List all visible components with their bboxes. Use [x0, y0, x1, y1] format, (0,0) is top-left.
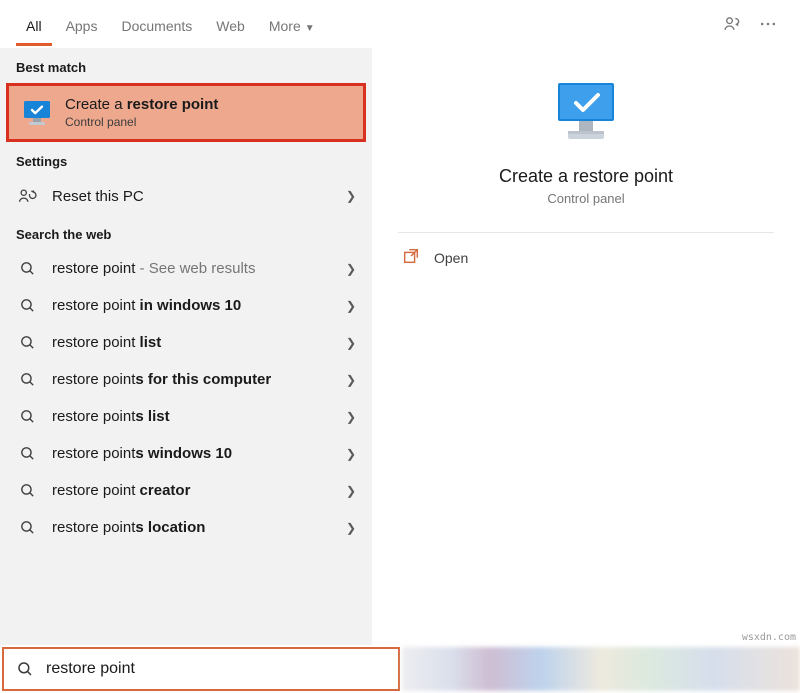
results-list: Best match Create a restore point Contro…	[0, 48, 372, 645]
chevron-right-icon: ❯	[346, 521, 356, 535]
web-result-text: restore point in windows 10	[52, 297, 332, 314]
best-match-result[interactable]: Create a restore point Control panel	[6, 83, 366, 142]
web-result-text: restore points windows 10	[52, 445, 332, 462]
search-icon	[16, 371, 38, 388]
settings-item-reset-pc[interactable]: Reset this PC ❯	[0, 177, 372, 215]
more-options-icon[interactable]	[750, 6, 786, 42]
search-icon	[16, 297, 38, 314]
action-open-label: Open	[434, 250, 468, 266]
group-settings: Settings	[0, 142, 372, 177]
reset-pc-icon	[16, 187, 38, 205]
system-properties-icon	[21, 99, 53, 127]
preview-subtitle: Control panel	[547, 191, 624, 206]
chevron-right-icon: ❯	[346, 336, 356, 350]
web-result-text: restore point list	[52, 334, 332, 351]
web-result[interactable]: restore point list ❯	[0, 324, 372, 361]
best-match-subtitle: Control panel	[65, 115, 218, 129]
search-icon	[16, 334, 38, 351]
chevron-right-icon: ❯	[346, 299, 356, 313]
search-icon	[16, 260, 38, 277]
web-result[interactable]: restore points windows 10 ❯	[0, 435, 372, 472]
search-filter-tabs: All Apps Documents Web More ▼	[0, 0, 800, 48]
search-box[interactable]	[2, 647, 400, 691]
group-search-web: Search the web	[0, 215, 372, 250]
chevron-right-icon: ❯	[346, 484, 356, 498]
web-result[interactable]: restore points list ❯	[0, 398, 372, 435]
chevron-right-icon: ❯	[346, 410, 356, 424]
tab-all[interactable]: All	[14, 4, 54, 44]
tab-documents[interactable]: Documents	[109, 4, 204, 44]
preview-pane: Create a restore point Control panel Ope…	[372, 48, 800, 645]
web-result[interactable]: restore point in windows 10 ❯	[0, 287, 372, 324]
web-result-text: restore point creator	[52, 482, 332, 499]
tab-more[interactable]: More ▼	[257, 4, 327, 44]
tab-apps[interactable]: Apps	[54, 4, 110, 44]
feedback-icon[interactable]	[714, 6, 750, 42]
watermark: wsxdn.com	[742, 632, 796, 643]
best-match-title-bold: restore point	[127, 96, 219, 113]
chevron-right-icon: ❯	[346, 189, 356, 203]
web-result-text: restore points list	[52, 408, 332, 425]
search-input[interactable]	[46, 660, 386, 678]
group-best-match: Best match	[0, 48, 372, 83]
taskbar	[402, 647, 800, 691]
search-icon	[16, 660, 34, 678]
search-icon	[16, 445, 38, 462]
tab-web[interactable]: Web	[204, 4, 257, 44]
web-result-text: restore point - See web results	[52, 260, 332, 277]
search-icon	[16, 408, 38, 425]
preview-title: Create a restore point	[499, 166, 673, 187]
search-icon	[16, 482, 38, 499]
preview-app-icon	[546, 78, 626, 148]
chevron-right-icon: ❯	[346, 447, 356, 461]
chevron-right-icon: ❯	[346, 262, 356, 276]
web-result[interactable]: restore points for this computer ❯	[0, 361, 372, 398]
best-match-title: Create a restore point	[65, 96, 218, 113]
web-result[interactable]: restore points location ❯	[0, 509, 372, 546]
web-result-text: restore points location	[52, 519, 332, 536]
action-open[interactable]: Open	[372, 233, 800, 282]
web-result[interactable]: restore point - See web results ❯	[0, 250, 372, 287]
web-result[interactable]: restore point creator ❯	[0, 472, 372, 509]
chevron-down-icon: ▼	[305, 23, 315, 34]
best-match-title-pre: Create a	[65, 96, 127, 113]
search-icon	[16, 519, 38, 536]
chevron-right-icon: ❯	[346, 373, 356, 387]
settings-item-label: Reset this PC	[52, 188, 332, 205]
open-icon	[402, 247, 420, 268]
web-result-text: restore points for this computer	[52, 371, 332, 388]
tab-more-label: More	[269, 18, 301, 34]
